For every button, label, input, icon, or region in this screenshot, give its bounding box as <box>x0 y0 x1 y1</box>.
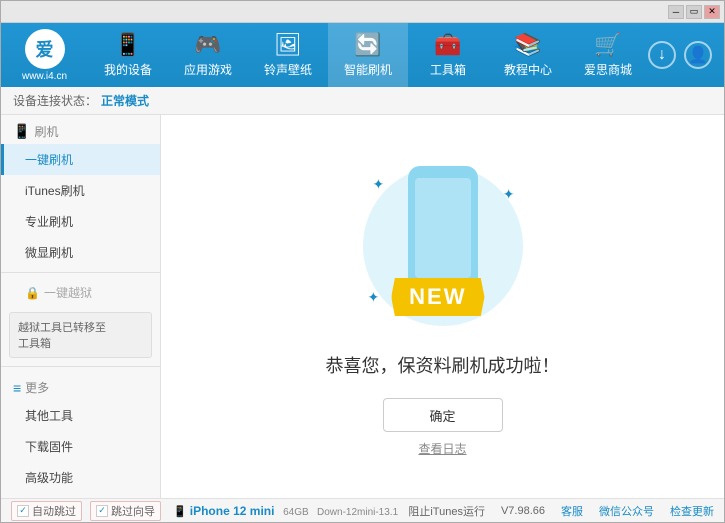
nav-toolbox-icon: 🧰 <box>434 32 461 58</box>
nav-apps-icon: 🎮 <box>194 32 221 58</box>
nav-right-buttons: ↓ 👤 <box>648 41 724 69</box>
download-btn[interactable]: ↓ <box>648 41 676 69</box>
bottom-right: 阻止iTunes运行 V7.98.66 客服 微信公众号 检查更新 <box>408 503 714 519</box>
jailbreak-label: 一键越狱 <box>44 284 92 301</box>
flash-section-icon: 📱 <box>13 123 30 140</box>
nav-wallpaper-label: 铃声壁纸 <box>264 61 312 78</box>
sparkle-1: ✦ <box>373 176 385 193</box>
nav-mall-icon: 🛒 <box>594 32 621 58</box>
logo-area: 爱 www.i4.cn <box>1 29 88 82</box>
sidebar-section-more: ≡ 更多 <box>1 371 160 400</box>
sidebar-item-pro-flash[interactable]: 专业刷机 <box>1 206 160 237</box>
view-log-link[interactable]: 查看日志 <box>418 440 466 457</box>
bottom-left: ✓ 自动跳过 ✓ 跳过向导 📱 iPhone 12 mini 64GB Down… <box>11 501 408 521</box>
content-wrapper: 📱 刷机 一键刷机 iTunes刷机 专业刷机 微显刷机 🔒 一键越狱 <box>1 115 724 498</box>
skip-wizard-checkbox-item[interactable]: ✓ 跳过向导 <box>90 501 161 521</box>
sidebar-item-itunes-flash[interactable]: iTunes刷机 <box>1 175 160 206</box>
phone-shape <box>408 166 478 296</box>
bottom-bar: ✓ 自动跳过 ✓ 跳过向导 📱 iPhone 12 mini 64GB Down… <box>1 498 724 522</box>
skip-wizard-label: 跳过向导 <box>111 503 155 519</box>
nav-flash-label: 智能刷机 <box>344 61 392 78</box>
sidebar-item-advanced[interactable]: 高级功能 <box>1 462 160 493</box>
nav-tutorials[interactable]: 📚 教程中心 <box>488 23 568 87</box>
nav-wallpaper[interactable]: 🖼 铃声壁纸 <box>248 23 328 87</box>
new-badge-text: NEW <box>409 284 466 309</box>
nav-mall-label: 爱思商城 <box>584 61 632 78</box>
minimize-btn[interactable]: ─ <box>668 5 684 19</box>
logo-text: www.i4.cn <box>22 71 67 82</box>
status-bar: 设备连接状态： 正常模式 <box>1 87 724 115</box>
sparkle-2: ✦ <box>503 186 515 203</box>
logo-icon: 爱 <box>25 29 65 69</box>
device-icon: 📱 <box>173 506 190 518</box>
customer-service-link[interactable]: 客服 <box>561 503 583 519</box>
close-btn[interactable]: ✕ <box>704 5 720 19</box>
sidebar-item-download-firmware[interactable]: 下载固件 <box>1 431 160 462</box>
nav-apps-games[interactable]: 🎮 应用游戏 <box>168 23 248 87</box>
nav-bar: 📱 我的设备 🎮 应用游戏 🖼 铃声壁纸 🔄 智能刷机 🧰 工具箱 📚 <box>88 23 648 87</box>
nav-smart-flash[interactable]: 🔄 智能刷机 <box>328 23 408 87</box>
skip-wizard-checkbox[interactable]: ✓ <box>96 505 108 517</box>
confirm-button[interactable]: 确定 <box>383 398 503 432</box>
divider-2 <box>1 366 160 367</box>
phone-screen <box>415 178 471 278</box>
device-storage: 64GB Down-12mini-13.1 <box>278 507 399 518</box>
sidebar: 📱 刷机 一键刷机 iTunes刷机 专业刷机 微显刷机 🔒 一键越狱 <box>1 115 161 498</box>
success-text: 恭喜您，保资料刷机成功啦！ <box>326 352 560 378</box>
device-info: 📱 iPhone 12 mini 64GB Down-12mini-13.1 <box>173 504 398 518</box>
sidebar-item-other-tools[interactable]: 其他工具 <box>1 400 160 431</box>
nav-toolbox[interactable]: 🧰 工具箱 <box>408 23 488 87</box>
nav-device-icon: 📱 <box>114 32 141 58</box>
phone-container: ✦ ✦ ✦ NEW <box>363 156 523 336</box>
user-btn[interactable]: 👤 <box>684 41 712 69</box>
flash-section-label: 刷机 <box>34 123 58 140</box>
sidebar-jailbreak-notice: 越狱工具已转移至工具箱 <box>9 312 152 358</box>
wechat-link[interactable]: 微信公众号 <box>599 503 654 519</box>
nav-apps-label: 应用游戏 <box>184 61 232 78</box>
status-value: 正常模式 <box>101 92 149 109</box>
lock-icon: 🔒 <box>25 286 40 300</box>
version-label: V7.98.66 <box>501 505 545 517</box>
sidebar-section-flash: 📱 刷机 <box>1 115 160 144</box>
itunes-label[interactable]: 阻止iTunes运行 <box>408 503 485 519</box>
success-illustration: ✦ ✦ ✦ NEW 恭喜您，保资料刷机成功啦！ 确定 查看日志 <box>326 156 560 457</box>
status-label: 设备连接状态： <box>13 92 97 109</box>
nav-flash-icon: 🔄 <box>354 32 381 58</box>
nav-toolbox-label: 工具箱 <box>430 61 466 78</box>
nav-tutorials-label: 教程中心 <box>504 61 552 78</box>
auto-jump-checkbox-item[interactable]: ✓ 自动跳过 <box>11 501 82 521</box>
restore-btn[interactable]: ▭ <box>686 5 702 19</box>
sidebar-jailbreak-locked: 🔒 一键越狱 <box>1 277 160 308</box>
jailbreak-notice-text: 越狱工具已转移至工具箱 <box>18 322 106 350</box>
app-window: ─ ▭ ✕ 爱 www.i4.cn 📱 我的设备 🎮 应用游戏 🖼 铃声壁纸 🔄 <box>0 0 725 523</box>
more-section-icon: ≡ <box>13 380 21 396</box>
auto-jump-checkbox[interactable]: ✓ <box>17 505 29 517</box>
sidebar-item-one-key-flash[interactable]: 一键刷机 <box>1 144 160 175</box>
nav-mall[interactable]: 🛒 爱思商城 <box>568 23 648 87</box>
header: 爱 www.i4.cn 📱 我的设备 🎮 应用游戏 🖼 铃声壁纸 🔄 智能刷机 … <box>1 23 724 87</box>
more-section-label: 更多 <box>25 379 49 396</box>
nav-tutorials-icon: 📚 <box>514 32 541 58</box>
divider-1 <box>1 272 160 273</box>
new-badge: NEW <box>391 278 484 316</box>
nav-my-device[interactable]: 📱 我的设备 <box>88 23 168 87</box>
title-bar: ─ ▭ ✕ <box>1 1 724 23</box>
device-name: iPhone 12 mini <box>190 504 275 518</box>
auto-jump-label: 自动跳过 <box>32 503 76 519</box>
main-content: ✦ ✦ ✦ NEW 恭喜您，保资料刷机成功啦！ 确定 查看日志 <box>161 115 724 498</box>
check-update-link[interactable]: 检查更新 <box>670 503 714 519</box>
nav-device-label: 我的设备 <box>104 61 152 78</box>
sidebar-item-wipe-flash[interactable]: 微显刷机 <box>1 237 160 268</box>
sparkle-3: ✦ <box>368 289 380 306</box>
nav-wallpaper-icon: 🖼 <box>274 32 302 58</box>
